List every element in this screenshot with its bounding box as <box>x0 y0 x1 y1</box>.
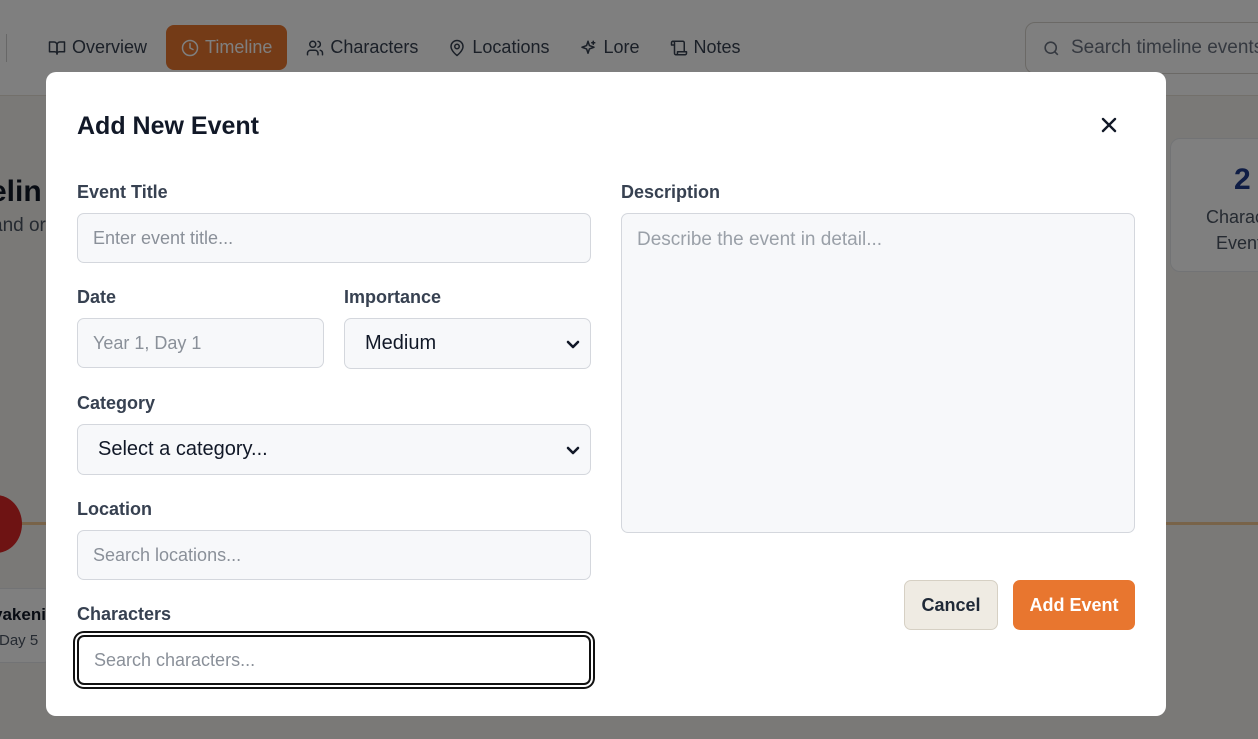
date-input[interactable] <box>77 318 324 368</box>
location-search-input[interactable] <box>77 530 591 580</box>
chevron-down-icon <box>566 446 580 454</box>
category-value: Select a category... <box>98 438 268 460</box>
chevron-down-icon <box>566 340 580 348</box>
category-label: Category <box>77 393 156 413</box>
importance-select[interactable]: Medium <box>344 318 591 369</box>
cancel-button[interactable]: Cancel <box>904 580 998 630</box>
modal-title: Add New Event <box>77 112 259 140</box>
add-event-button[interactable]: Add Event <box>1013 580 1135 630</box>
date-label: Date <box>77 287 117 307</box>
close-icon <box>1101 117 1117 133</box>
description-textarea[interactable] <box>621 213 1135 533</box>
add-event-modal: Add New Event Event Title Date Importanc… <box>46 72 1166 716</box>
characters-label: Characters <box>77 604 172 624</box>
category-select[interactable]: Select a category... <box>77 424 591 475</box>
characters-search-input[interactable] <box>77 635 591 685</box>
description-label: Description <box>621 182 721 202</box>
event-title-label: Event Title <box>77 182 168 202</box>
event-title-input[interactable] <box>77 213 591 263</box>
location-label: Location <box>77 499 152 519</box>
importance-label: Importance <box>344 287 442 307</box>
importance-value: Medium <box>365 332 437 354</box>
close-button[interactable] <box>1097 113 1121 137</box>
